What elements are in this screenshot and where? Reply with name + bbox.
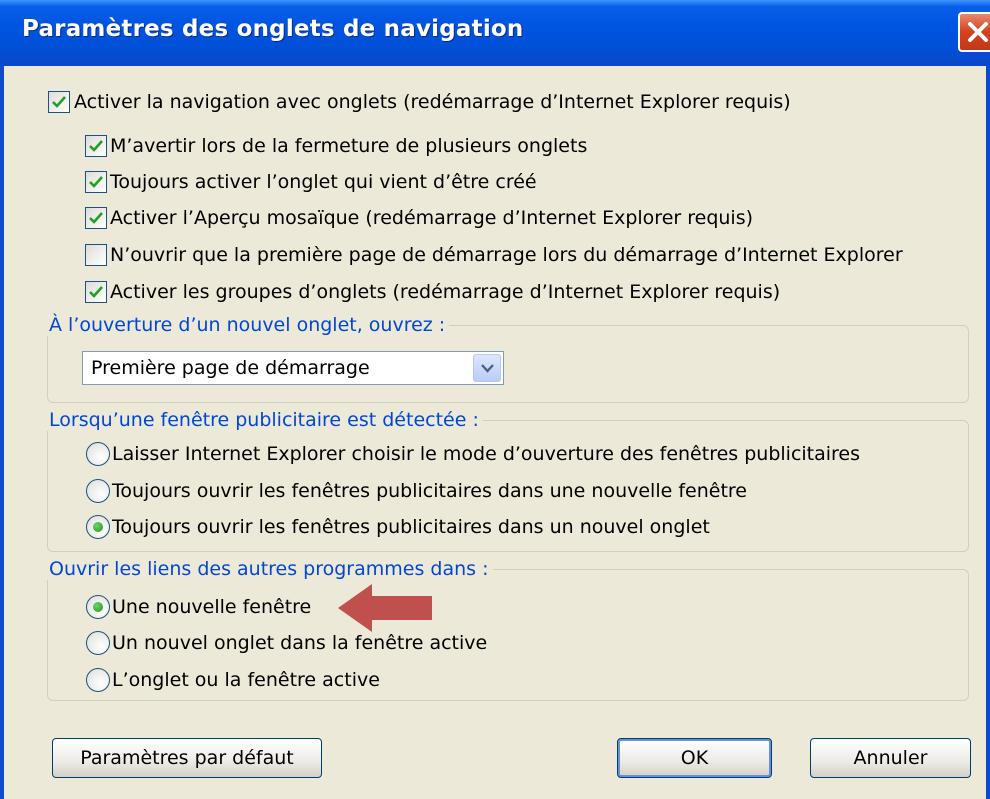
window-border-left: [0, 66, 4, 799]
popup-group-legend: Lorsqu’une fenêtre publicitaire est déte…: [45, 409, 483, 431]
chevron-down-icon: [481, 364, 494, 373]
window-title: Paramètres des onglets de navigation: [22, 16, 524, 42]
checkmark-icon: [52, 96, 66, 108]
popup-new-tab-label: Toujours ouvrir les fenêtres publicitair…: [112, 516, 710, 538]
links-group-legend: Ouvrir les liens des autres programmes d…: [45, 558, 493, 580]
dialog-window: Paramètres des onglets de navigation Act…: [0, 0, 990, 799]
warn-close-multiple-tabs-label: M’avertir lors de la fermeture de plusie…: [110, 135, 588, 157]
warn-close-multiple-tabs-checkbox[interactable]: [85, 135, 107, 157]
checkmark-icon: [89, 176, 103, 188]
restore-defaults-button[interactable]: Paramètres par défaut: [52, 738, 322, 778]
enable-tabbed-browsing-checkbox[interactable]: [48, 91, 70, 113]
links-new-window-radio[interactable]: [86, 595, 110, 619]
checkmark-icon: [89, 212, 103, 224]
popup-let-ie-decide-label: Laisser Internet Explorer choisir le mod…: [112, 443, 861, 465]
checkmark-icon: [89, 286, 103, 298]
title-bar[interactable]: Paramètres des onglets de navigation: [0, 0, 990, 66]
enable-quick-tabs-checkbox[interactable]: [85, 207, 107, 229]
new-tab-page-value: Première page de démarrage: [91, 357, 370, 379]
arrow-left-icon: [338, 584, 432, 632]
popup-new-window-label: Toujours ouvrir les fenêtres publicitair…: [112, 480, 747, 502]
enable-quick-tabs-label: Activer l’Aperçu mosaïque (redémarrage d…: [110, 207, 754, 229]
window-border-right: [986, 66, 990, 799]
close-icon: [968, 22, 988, 42]
new-tab-group-legend: À l’ouverture d’un nouvel onglet, ouvrez…: [45, 314, 450, 336]
dropdown-button[interactable]: [473, 354, 501, 382]
ok-button[interactable]: OK: [617, 738, 772, 778]
always-switch-new-tab-label: Toujours activer l’onglet qui vient d’êt…: [110, 171, 537, 193]
popup-new-window-radio[interactable]: [86, 479, 110, 503]
checkmark-icon: [89, 140, 103, 152]
popup-new-tab-radio[interactable]: [86, 515, 110, 539]
always-switch-new-tab-checkbox[interactable]: [85, 171, 107, 193]
enable-tabbed-browsing-label: Activer la navigation avec onglets (redé…: [74, 91, 791, 113]
enable-tab-groups-checkbox[interactable]: [85, 281, 107, 303]
new-tab-page-select[interactable]: Première page de démarrage: [82, 351, 504, 385]
links-new-window-label: Une nouvelle fenêtre: [112, 596, 312, 618]
open-first-home-page-only-label: N’ouvrir que la première page de démarra…: [110, 244, 903, 266]
links-new-tab-radio[interactable]: [86, 631, 110, 655]
popup-let-ie-decide-radio[interactable]: [86, 442, 110, 466]
enable-tab-groups-label: Activer les groupes d’onglets (redémarra…: [110, 281, 781, 303]
radio-selected-dot: [93, 602, 103, 612]
links-current-tab-label: L’onglet ou la fenêtre active: [112, 669, 380, 691]
links-new-tab-label: Un nouvel onglet dans la fenêtre active: [112, 632, 488, 654]
open-first-home-page-only-checkbox[interactable]: [85, 244, 107, 266]
links-current-tab-radio[interactable]: [86, 668, 110, 692]
close-button[interactable]: [958, 12, 990, 52]
cancel-button[interactable]: Annuler: [810, 738, 971, 778]
radio-selected-dot: [93, 522, 103, 532]
